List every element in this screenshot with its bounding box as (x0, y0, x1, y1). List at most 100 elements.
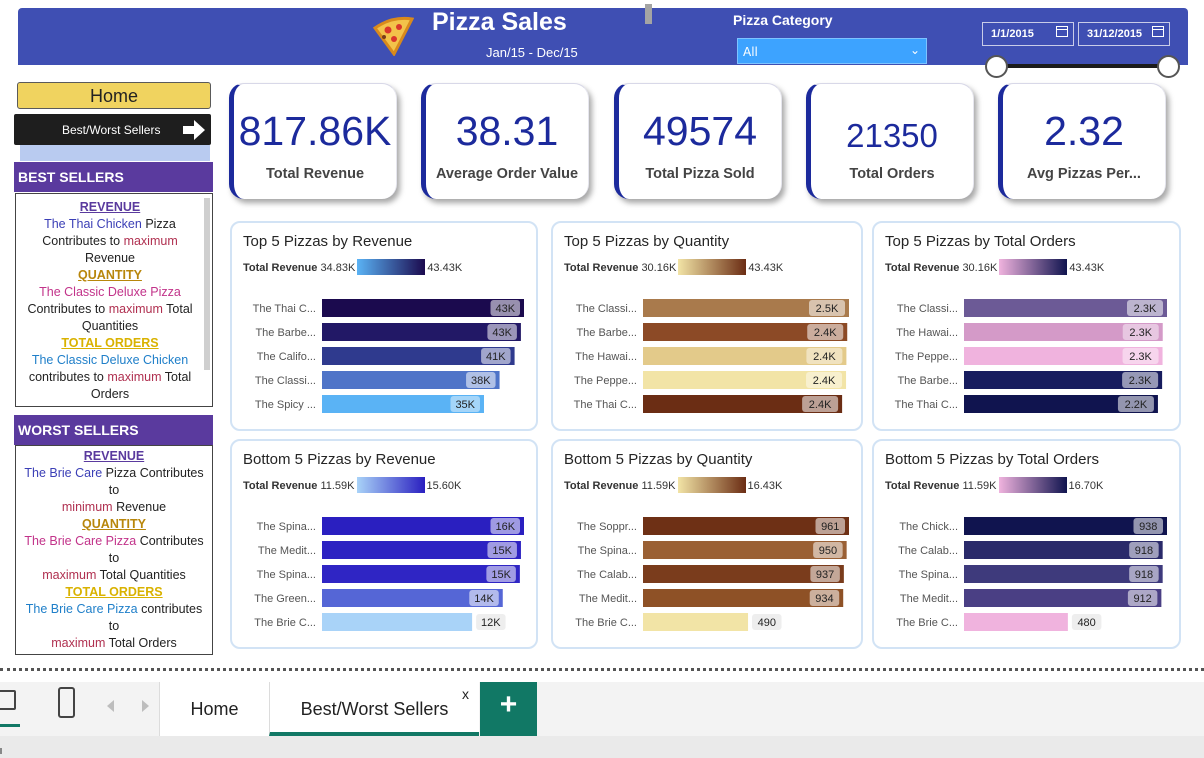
category-label: The Green... (254, 593, 316, 605)
category-selected-value: All (743, 45, 758, 59)
top5-quantity-chart[interactable]: Top 5 Pizzas by Quantity Total Revenue 30… (551, 221, 863, 431)
data-label: 2.3K (1129, 375, 1152, 387)
worst-revenue-heading: REVENUE (83, 449, 145, 463)
report-canvas: Pizza Sales Jan/15 - Dec/15 Pizza Catego… (0, 0, 1204, 758)
pizza-slice-icon (372, 16, 414, 56)
category-label: The Calab... (577, 569, 637, 581)
start-date-value: 1/1/2015 (991, 28, 1034, 40)
data-label: 16K (495, 521, 515, 533)
best-sellers-panel: REVENUE The Thai Chicken Pizza Contribut… (15, 193, 213, 407)
data-label: 2.4K (814, 327, 837, 339)
mobile-layout-icon[interactable] (58, 687, 75, 718)
category-label: The Barbe... (897, 375, 958, 387)
bar[interactable] (322, 613, 473, 631)
data-label: 43K (492, 327, 512, 339)
data-label: 43K (495, 303, 515, 315)
kpi-label: Total Orders (849, 166, 935, 182)
bar-chart-plot: The Classi... 2.3K The Hawai... 2.3K The Pep… (895, 299, 1167, 413)
bar[interactable] (964, 613, 1068, 631)
calendar-icon[interactable] (1056, 26, 1068, 37)
data-label: 938 (1139, 521, 1157, 533)
bar-chart-plot: The Chick... 938 The Calab... 918 The Spina.… (896, 517, 1167, 631)
bar-chart-plot: The Classi... 2.5K The Barbe... 2.4K The Haw… (574, 299, 849, 413)
date-slider-start-handle[interactable] (985, 55, 1008, 78)
data-label: 961 (821, 521, 839, 533)
previous-page-arrow-icon[interactable] (107, 700, 114, 712)
best-revenue-text: The Thai Chicken Pizza Contributes to ma… (42, 217, 178, 265)
data-label: 950 (819, 545, 837, 557)
top5-revenue-chart[interactable]: Top 5 Pizzas by Revenue Total Revenue 34.… (230, 221, 538, 431)
best-orders-text: The Classic Deluxe Chicken contributes t… (28, 353, 192, 401)
dashboard-title: Pizza Sales (432, 8, 567, 36)
end-date-input[interactable]: 31/12/2015 (1078, 22, 1170, 46)
category-label: The Thai C... (574, 399, 637, 411)
category-label: The Spina... (899, 569, 958, 581)
desktop-layout-icon[interactable] (0, 690, 16, 710)
page-divider (0, 668, 1204, 671)
category-dropdown[interactable]: All ⌄ (737, 38, 927, 64)
worst-sellers-panel: REVENUE The Brie Care Pizza Contributes … (15, 445, 213, 655)
calendar-icon[interactable] (1152, 26, 1164, 37)
worst-orders-text: The Brie Care Pizza contributes to maxim… (25, 602, 203, 650)
category-label: The Chick... (899, 521, 958, 533)
home-button[interactable]: Home (17, 82, 211, 109)
bar[interactable] (643, 613, 749, 631)
data-label: 38K (471, 375, 491, 387)
date-slider-track[interactable] (996, 64, 1168, 68)
data-label: 15K (491, 569, 511, 581)
category-label: The Soppr... (577, 521, 637, 533)
date-range-subtitle: Jan/15 - Dec/15 (486, 45, 578, 60)
status-tick (0, 748, 2, 754)
arrow-right-icon (183, 120, 205, 140)
tab-best-worst-sellers[interactable]: Best/Worst Sellers (269, 682, 479, 736)
best-sellers-scrollbar[interactable] (204, 198, 210, 370)
best-sellers-heading: BEST SELLERS (14, 162, 213, 192)
desktop-layout-indicator (0, 724, 20, 727)
worst-quantity-text: The Brie Care Pizza Contributes to maxim… (24, 534, 204, 582)
top5-orders-chart[interactable]: Top 5 Pizzas by Total Orders Total Revenu… (872, 221, 1181, 431)
category-label: The Barbe... (255, 327, 316, 339)
tab-home[interactable]: Home (159, 682, 269, 736)
data-label: 912 (1133, 593, 1151, 605)
kpi-value: 817.86K (238, 108, 392, 154)
next-page-arrow-icon[interactable] (142, 700, 149, 712)
best-quantity-heading: QUANTITY (78, 268, 142, 282)
chevron-down-icon: ⌄ (909, 43, 920, 57)
bar-chart-plot: The Soppr... 961 The Spina... 950 The Calab.… (575, 517, 849, 631)
data-label: 2.2K (1125, 399, 1148, 411)
nav-strip (20, 145, 210, 161)
add-page-button[interactable]: + (480, 682, 537, 736)
kpi-value: 2.32 (1044, 108, 1124, 154)
kpi-total-pizza-sold: 49574 Total Pizza Sold (614, 83, 782, 199)
best-revenue-heading: REVENUE (79, 200, 141, 214)
kpi-label: Average Order Value (435, 166, 579, 182)
close-tab-icon[interactable]: x (462, 686, 469, 702)
best-worst-sellers-button[interactable]: Best/Worst Sellers (14, 114, 211, 145)
category-label: The Hawai... (896, 327, 958, 339)
category-label: The Peppe... (574, 375, 637, 387)
data-label: 2.4K (813, 375, 836, 387)
kpi-average-order-value: 38.31 Average Order Value (421, 83, 589, 199)
best-orders-heading: TOTAL ORDERS (61, 336, 159, 350)
kpi-value: 21350 (846, 117, 938, 154)
data-label: 937 (816, 569, 834, 581)
best-worst-label: Best/Worst Sellers (62, 123, 161, 137)
data-label: 2.3K (1129, 351, 1152, 363)
category-label: The Brie C... (575, 617, 637, 629)
start-date-input[interactable]: 1/1/2015 (982, 22, 1074, 46)
worst-quantity-heading: QUANTITY (82, 517, 146, 531)
bar-chart-plot: The Spina... 16K The Medit... 15K The Spina.… (254, 517, 524, 631)
worst-sellers-heading: WORST SELLERS (14, 415, 213, 445)
data-label: 2.3K (1129, 327, 1152, 339)
date-slider-end-handle[interactable] (1157, 55, 1180, 78)
bottom5-revenue-chart[interactable]: Bottom 5 Pizzas by Revenue Total Revenue … (230, 439, 538, 649)
category-label: The Spina... (257, 521, 316, 533)
kpi-label: Avg Pizzas Per... (1027, 166, 1141, 182)
kpi-value: 38.31 (455, 108, 559, 154)
data-label: 918 (1135, 545, 1153, 557)
category-label: The Peppe... (895, 351, 958, 363)
bottom5-quantity-chart[interactable]: Bottom 5 Pizzas by Quantity Total Revenue… (551, 439, 863, 649)
data-label: 35K (455, 399, 475, 411)
data-label: 2.3K (1134, 303, 1157, 315)
bottom5-orders-chart[interactable]: Bottom 5 Pizzas by Total Orders Total Rev… (872, 439, 1181, 649)
